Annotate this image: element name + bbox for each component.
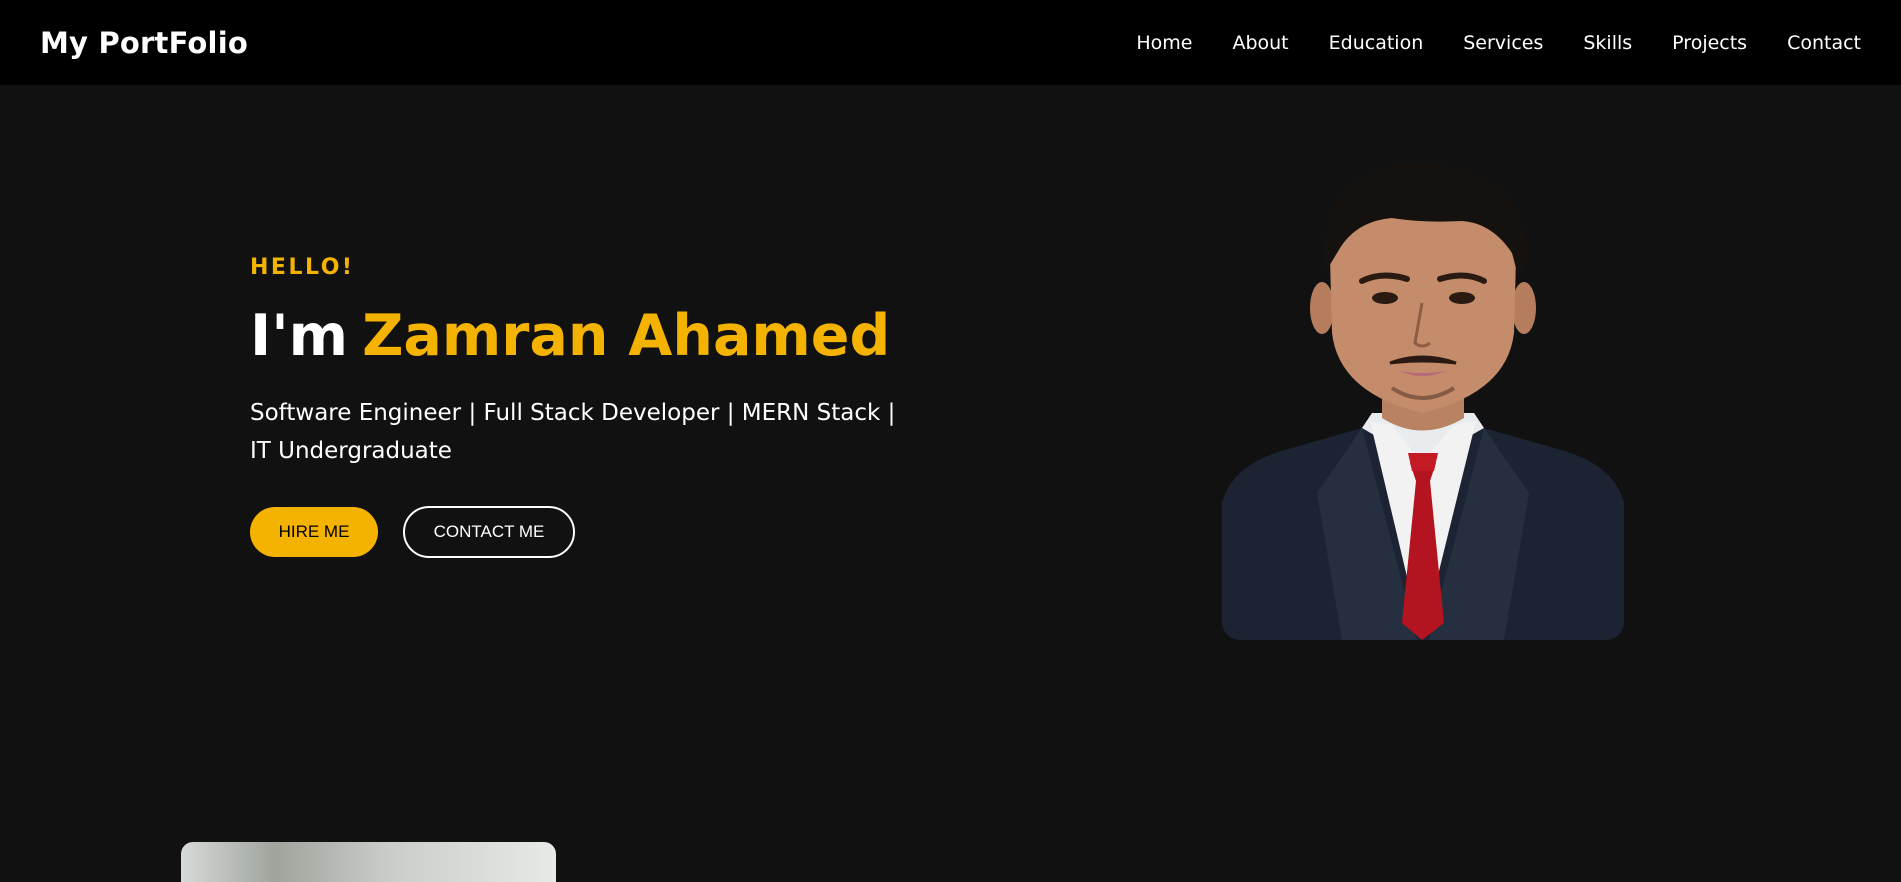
nav-about[interactable]: About: [1232, 32, 1288, 54]
headline: I'm Zamran Ahamed: [250, 302, 950, 370]
nav-projects[interactable]: Projects: [1672, 32, 1747, 54]
nav-education[interactable]: Education: [1329, 32, 1424, 54]
person-name: Zamran Ahamed: [362, 303, 891, 369]
hire-me-button[interactable]: HIRE ME: [250, 507, 378, 558]
greeting: HELLO!: [250, 255, 355, 280]
project-card-preview[interactable]: [181, 842, 556, 882]
navbar: My PortFolio Home About Education Servic…: [0, 0, 1901, 85]
hero-buttons: HIRE ME CONTACT ME: [250, 506, 950, 559]
hero-section: HELLO! I'm Zamran Ahamed Software Enginee…: [0, 85, 1901, 856]
profile-portrait-icon: [1222, 163, 1624, 640]
brand-logo[interactable]: My PortFolio: [40, 26, 248, 60]
headline-prefix: I'm: [250, 303, 349, 369]
contact-me-button[interactable]: CONTACT ME: [403, 506, 575, 559]
nav-services[interactable]: Services: [1463, 32, 1543, 54]
nav-home[interactable]: Home: [1136, 32, 1192, 54]
hero-text: HELLO! I'm Zamran Ahamed Software Enginee…: [250, 255, 950, 559]
nav-links: Home About Education Services Skills Pro…: [1136, 32, 1861, 54]
tagline: Software Engineer | Full Stack Developer…: [250, 400, 896, 465]
nav-contact[interactable]: Contact: [1787, 32, 1861, 54]
profile-photo: [1222, 163, 1624, 640]
nav-skills[interactable]: Skills: [1583, 32, 1632, 54]
